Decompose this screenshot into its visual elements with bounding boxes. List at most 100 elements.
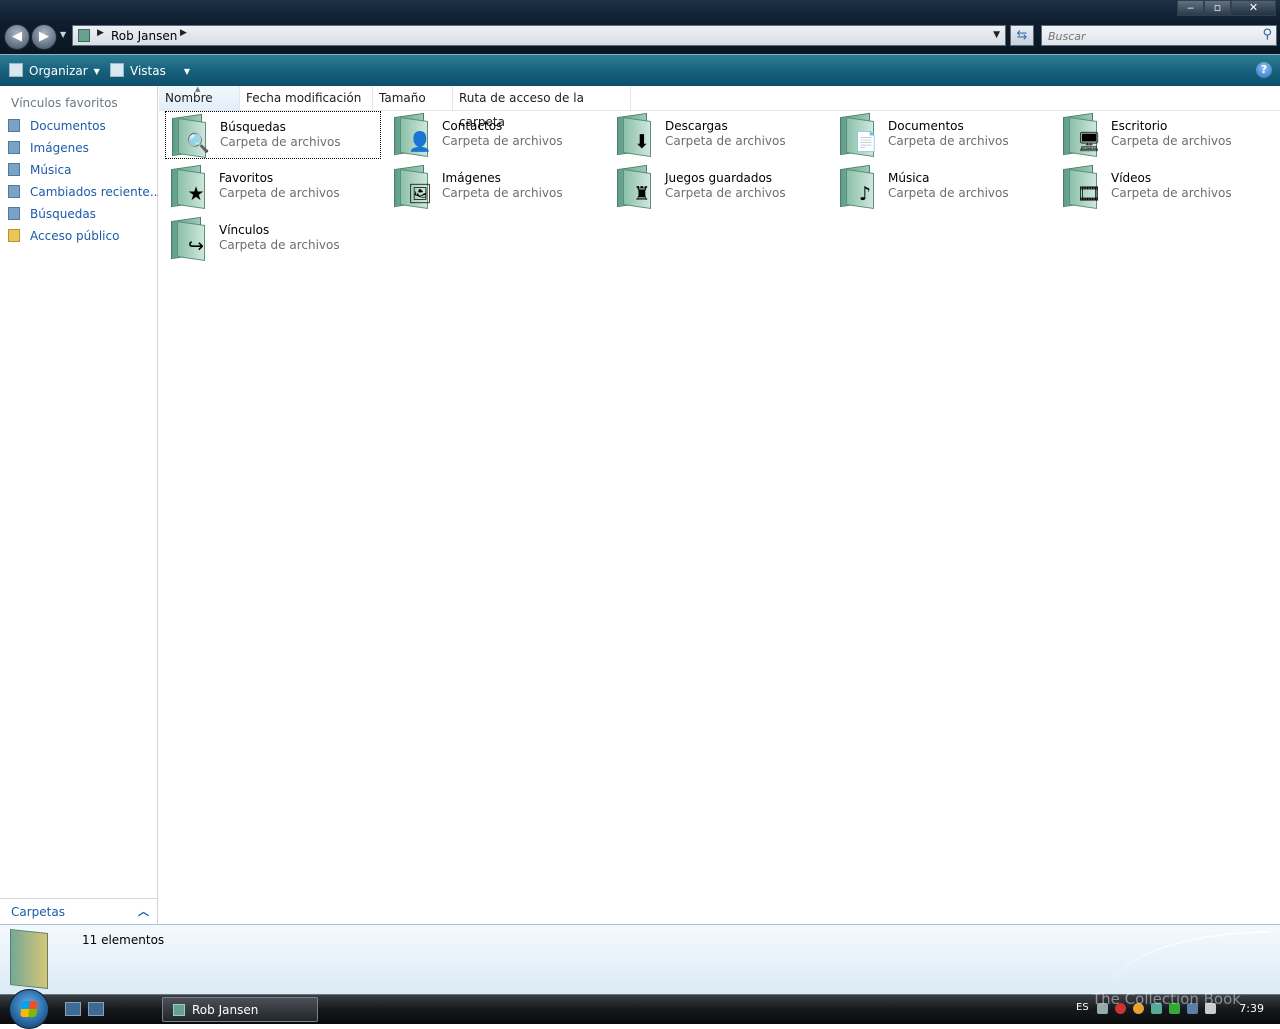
folder-icon: 🎞 bbox=[1061, 164, 1102, 209]
breadcrumb-separator-icon[interactable]: ▶ bbox=[180, 28, 187, 38]
navigation-pane: Vínculos favoritos Documentos Imágenes Mús… bbox=[0, 86, 161, 924]
start-button[interactable] bbox=[9, 989, 49, 1029]
address-bar[interactable]: ▶ Rob Jansen ▶ ▼ bbox=[72, 25, 1006, 46]
views-button[interactable]: Vistas ▼ bbox=[110, 63, 190, 78]
folder-item[interactable]: 🖼 Imágenes Carpeta de archivos bbox=[388, 163, 604, 211]
breadcrumb-user[interactable]: Rob Jansen bbox=[111, 29, 177, 43]
clock[interactable]: 7:39 bbox=[1239, 1002, 1264, 1015]
window-title-bar: ◀ ▶ ▼ ▶ Rob Jansen ▶ ▼ ⇆ ⚲ ‒ ▫ ✕ bbox=[0, 0, 1280, 54]
folder-name: Juegos guardados bbox=[665, 171, 773, 185]
column-header-size[interactable]: Tamaño bbox=[373, 86, 453, 110]
folder-badge-icon: ↪ bbox=[188, 235, 204, 257]
file-list: ▲ Nombre Fecha modificación Tamaño Ruta … bbox=[159, 85, 1280, 924]
address-dropdown-icon[interactable]: ▼ bbox=[993, 30, 1000, 40]
favorite-link-item[interactable]: Acceso público bbox=[8, 229, 119, 247]
folder-badge-icon: ♜ bbox=[633, 183, 651, 205]
folder-badge-icon: 📄 bbox=[854, 131, 878, 153]
breadcrumb-separator-icon[interactable]: ▶ bbox=[97, 28, 104, 38]
forward-button[interactable]: ▶ bbox=[31, 24, 57, 50]
windows-logo-icon bbox=[20, 1001, 38, 1017]
column-header-date[interactable]: Fecha modificación bbox=[240, 86, 373, 110]
chevron-down-icon[interactable]: ▼ bbox=[184, 67, 190, 76]
recent-pages-dropdown[interactable]: ▼ bbox=[60, 30, 66, 39]
public-folder-icon bbox=[8, 229, 20, 242]
search-input[interactable] bbox=[1046, 28, 1255, 45]
folder-name: Búsquedas bbox=[220, 120, 286, 134]
favorite-link-item[interactable]: Imágenes bbox=[8, 141, 89, 159]
maximize-button[interactable]: ▫ bbox=[1204, 0, 1231, 16]
folder-item[interactable]: 📄 Documentos Carpeta de archivos bbox=[834, 111, 1050, 159]
column-header-folder-path[interactable]: Ruta de acceso de la carpeta bbox=[453, 86, 631, 129]
taskbar-item-label: Rob Jansen bbox=[192, 1003, 259, 1017]
chevron-up-icon: ︿ bbox=[138, 905, 149, 918]
favorite-link-label: Música bbox=[30, 163, 72, 177]
folder-badge-icon: 🎞 bbox=[1077, 183, 1102, 205]
folder-item[interactable]: 👤 Contactos Carpeta de archivos bbox=[388, 111, 604, 159]
watermark-text: The Collection Book bbox=[1092, 990, 1241, 1008]
folder-name: Documentos bbox=[888, 119, 964, 133]
folder-icon: ♜ bbox=[615, 164, 653, 209]
folder-icon: 🖼 bbox=[392, 164, 432, 209]
back-button[interactable]: ◀ bbox=[4, 24, 30, 50]
folder-name: Favoritos bbox=[219, 171, 274, 185]
recent-icon bbox=[8, 185, 20, 198]
switch-windows-icon[interactable] bbox=[88, 1002, 104, 1016]
favorite-link-item[interactable]: Música bbox=[8, 163, 72, 181]
folder-type: Carpeta de archivos bbox=[220, 135, 341, 149]
item-count: 11 elementos bbox=[82, 933, 165, 947]
search-icon[interactable]: ⚲ bbox=[1262, 27, 1272, 42]
folder-item[interactable]: ♜ Juegos guardados Carpeta de archivos bbox=[611, 163, 827, 211]
folder-badge-icon: 🔍 bbox=[186, 132, 210, 154]
show-desktop-icon[interactable] bbox=[65, 1002, 81, 1016]
favorite-link-item[interactable]: Cambiados reciente... bbox=[8, 185, 161, 203]
favorite-link-label: Imágenes bbox=[30, 141, 89, 155]
folder-type: Carpeta de archivos bbox=[442, 134, 563, 148]
folder-type: Carpeta de archivos bbox=[665, 186, 786, 200]
folder-type: Carpeta de archivos bbox=[219, 238, 340, 252]
explorer-icon bbox=[173, 1004, 185, 1016]
folder-item[interactable]: ♪ Música Carpeta de archivos bbox=[834, 163, 1050, 211]
folder-type: Carpeta de archivos bbox=[442, 186, 563, 200]
folder-item[interactable]: 🖥 Escritorio Carpeta de archivos bbox=[1057, 111, 1273, 159]
column-header-name[interactable]: ▲ Nombre bbox=[159, 85, 240, 110]
folder-item[interactable]: ★ Favoritos Carpeta de archivos bbox=[165, 163, 381, 211]
column-header-label: Nombre bbox=[165, 91, 213, 105]
chevron-down-icon: ▼ bbox=[93, 67, 100, 76]
favorite-link-label: Búsquedas bbox=[30, 207, 96, 221]
search-box[interactable]: ⚲ bbox=[1041, 25, 1277, 46]
folder-name: Vínculos bbox=[219, 223, 270, 237]
folder-item[interactable]: ↪ Vínculos Carpeta de archivos bbox=[165, 215, 381, 263]
taskbar-item-explorer[interactable]: Rob Jansen bbox=[162, 997, 318, 1022]
folder-type: Carpeta de archivos bbox=[888, 186, 1009, 200]
favorite-link-item[interactable]: Búsquedas bbox=[8, 207, 96, 225]
folder-item[interactable]: 🔍 Búsquedas Carpeta de archivos bbox=[165, 111, 381, 159]
documents-icon bbox=[8, 119, 20, 132]
folder-name: Música bbox=[888, 171, 930, 185]
folder-badge-icon: 🖥 bbox=[1077, 131, 1102, 153]
close-button[interactable]: ✕ bbox=[1231, 0, 1276, 16]
folder-name: Vídeos bbox=[1111, 171, 1152, 185]
minimize-button[interactable]: ‒ bbox=[1177, 0, 1204, 16]
help-button[interactable]: ? bbox=[1256, 62, 1272, 78]
folder-icon: ♪ bbox=[838, 164, 876, 209]
decorative-swoosh bbox=[1110, 931, 1270, 993]
taskbar: Rob Jansen ES 7:39 bbox=[0, 989, 1280, 1029]
folder-name: Escritorio bbox=[1111, 119, 1168, 133]
folder-name: Descargas bbox=[665, 119, 728, 133]
folder-badge-icon: 👤 bbox=[408, 131, 432, 153]
column-header-label: Tamaño bbox=[379, 91, 426, 105]
favorite-link-item[interactable]: Documentos bbox=[8, 119, 106, 137]
organize-button[interactable]: Organizar ▼ bbox=[9, 63, 100, 78]
folder-badge-icon: ★ bbox=[187, 183, 205, 205]
details-pane: 11 elementos bbox=[0, 924, 1280, 994]
user-folder-icon bbox=[78, 29, 90, 42]
organize-label: Organizar bbox=[29, 64, 88, 78]
favorite-links-heading: Vínculos favoritos bbox=[11, 96, 118, 110]
favorite-link-label: Documentos bbox=[30, 119, 106, 133]
favorite-link-label: Cambiados reciente... bbox=[30, 185, 162, 199]
refresh-button[interactable]: ⇆ bbox=[1010, 25, 1034, 46]
folder-item[interactable]: 🎞 Vídeos Carpeta de archivos bbox=[1057, 163, 1273, 211]
folders-toggle[interactable]: Carpetas ︿ bbox=[0, 898, 157, 924]
folder-item[interactable]: ⬇ Descargas Carpeta de archivos bbox=[611, 111, 827, 159]
language-indicator[interactable]: ES bbox=[1076, 1002, 1089, 1013]
